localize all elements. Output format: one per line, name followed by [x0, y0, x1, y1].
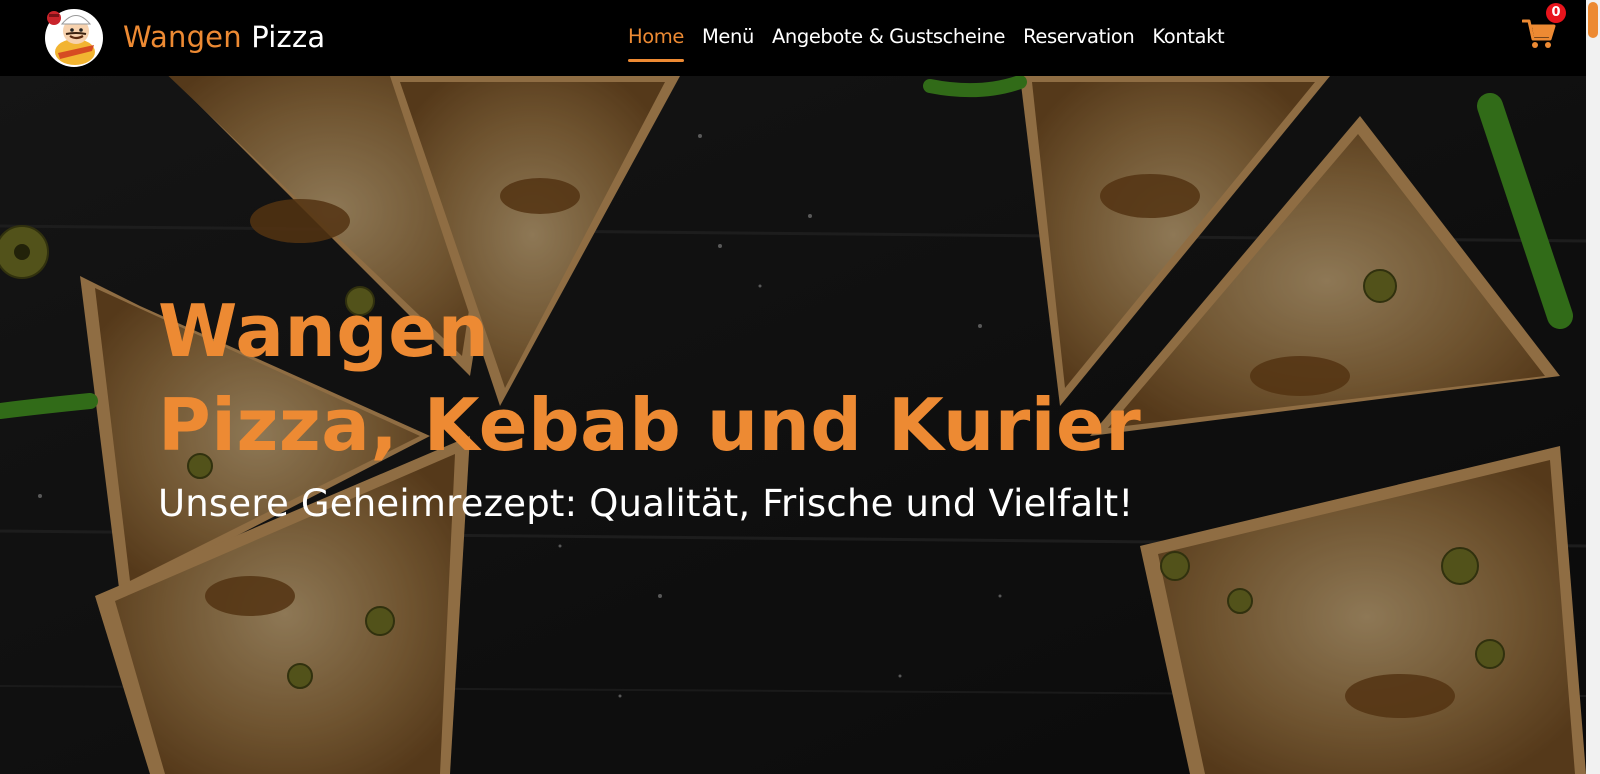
cart-button[interactable]: 0 — [1522, 3, 1566, 54]
brand-name: Wangen Pizza — [123, 19, 325, 55]
nav-menu[interactable]: Menü — [702, 25, 754, 51]
home-logo-link[interactable]: Wangen Pizza — [42, 5, 342, 71]
shopping-cart-icon — [1522, 19, 1556, 48]
brand-name-second: Pizza — [251, 20, 326, 54]
page-scrollbar[interactable] — [1586, 0, 1600, 774]
hero-section: Wangen Pizza, Kebab und Kurier Unsere Ge… — [0, 76, 1586, 774]
scrollbar-thumb[interactable] — [1588, 2, 1598, 38]
site-header: Wangen Pizza Home Menü Angebote & Gustsc… — [0, 0, 1586, 76]
cart-count-badge: 0 — [1546, 3, 1566, 23]
hero-title-line2: Pizza, Kebab und Kurier — [158, 383, 1142, 467]
main-nav: Home Menü Angebote & Gustscheine Reserva… — [628, 0, 1225, 76]
nav-home[interactable]: Home — [628, 25, 684, 62]
hero-subtitle: Unsere Geheimrezept: Qualität, Frische u… — [158, 482, 1134, 525]
nav-offers-vouchers[interactable]: Angebote & Gustscheine — [772, 25, 1006, 51]
chef-mascot-icon — [45, 9, 103, 67]
page: Wangen Pizza Home Menü Angebote & Gustsc… — [0, 0, 1586, 774]
hero-title: Wangen Pizza, Kebab und Kurier — [158, 284, 1141, 472]
nav-contact[interactable]: Kontakt — [1152, 25, 1224, 51]
hero-title-line1: Wangen — [158, 289, 490, 373]
brand-name-first: Wangen — [123, 20, 242, 54]
nav-reservation[interactable]: Reservation — [1023, 25, 1135, 51]
